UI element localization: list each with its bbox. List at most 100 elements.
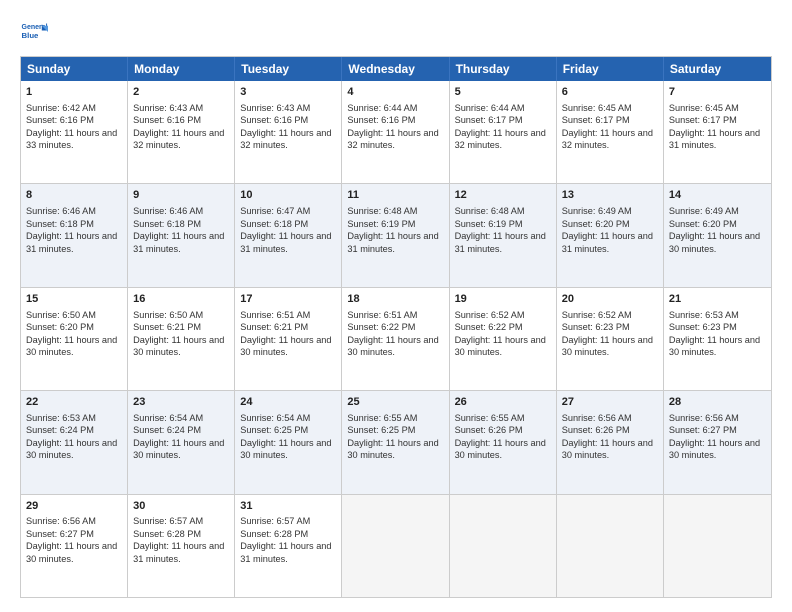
sunset-text: Sunset: 6:18 PM [240, 219, 308, 229]
daylight-text: Daylight: 11 hours and 32 minutes. [133, 128, 224, 150]
sunrise-text: Sunrise: 6:54 AM [133, 413, 203, 423]
calendar-cell: 3Sunrise: 6:43 AMSunset: 6:16 PMDaylight… [235, 81, 342, 183]
sunrise-text: Sunrise: 6:54 AM [240, 413, 310, 423]
sunrise-text: Sunrise: 6:50 AM [26, 310, 96, 320]
sunset-text: Sunset: 6:17 PM [669, 115, 737, 125]
calendar-cell: 9Sunrise: 6:46 AMSunset: 6:18 PMDaylight… [128, 184, 235, 286]
day-number: 5 [455, 85, 551, 100]
sunrise-text: Sunrise: 6:45 AM [562, 103, 632, 113]
calendar-cell: 11Sunrise: 6:48 AMSunset: 6:19 PMDayligh… [342, 184, 449, 286]
sunset-text: Sunset: 6:17 PM [562, 115, 630, 125]
sunset-text: Sunset: 6:20 PM [562, 219, 630, 229]
sunset-text: Sunset: 6:26 PM [455, 425, 523, 435]
day-number: 6 [562, 85, 658, 100]
calendar-cell: 1Sunrise: 6:42 AMSunset: 6:16 PMDaylight… [21, 81, 128, 183]
calendar-cell: 28Sunrise: 6:56 AMSunset: 6:27 PMDayligh… [664, 391, 771, 493]
daylight-text: Daylight: 11 hours and 30 minutes. [26, 335, 117, 357]
calendar-cell: 14Sunrise: 6:49 AMSunset: 6:20 PMDayligh… [664, 184, 771, 286]
calendar-row-3: 15Sunrise: 6:50 AMSunset: 6:20 PMDayligh… [21, 287, 771, 390]
daylight-text: Daylight: 11 hours and 33 minutes. [26, 128, 117, 150]
sunrise-text: Sunrise: 6:52 AM [562, 310, 632, 320]
calendar-cell: 21Sunrise: 6:53 AMSunset: 6:23 PMDayligh… [664, 288, 771, 390]
calendar-cell: 18Sunrise: 6:51 AMSunset: 6:22 PMDayligh… [342, 288, 449, 390]
sunset-text: Sunset: 6:16 PM [240, 115, 308, 125]
day-number: 4 [347, 85, 443, 100]
sunrise-text: Sunrise: 6:56 AM [562, 413, 632, 423]
day-number: 9 [133, 188, 229, 203]
day-number: 17 [240, 292, 336, 307]
daylight-text: Daylight: 11 hours and 31 minutes. [347, 231, 438, 253]
header: General Blue [20, 18, 772, 46]
calendar-cell: 19Sunrise: 6:52 AMSunset: 6:22 PMDayligh… [450, 288, 557, 390]
sunset-text: Sunset: 6:18 PM [133, 219, 201, 229]
calendar-cell: 8Sunrise: 6:46 AMSunset: 6:18 PMDaylight… [21, 184, 128, 286]
sunrise-text: Sunrise: 6:43 AM [133, 103, 203, 113]
sunrise-text: Sunrise: 6:50 AM [133, 310, 203, 320]
day-number: 7 [669, 85, 766, 100]
calendar-body: 1Sunrise: 6:42 AMSunset: 6:16 PMDaylight… [21, 81, 771, 597]
day-number: 23 [133, 395, 229, 410]
daylight-text: Daylight: 11 hours and 30 minutes. [669, 438, 760, 460]
sunrise-text: Sunrise: 6:56 AM [669, 413, 739, 423]
sunrise-text: Sunrise: 6:55 AM [347, 413, 417, 423]
calendar-cell: 7Sunrise: 6:45 AMSunset: 6:17 PMDaylight… [664, 81, 771, 183]
calendar-row-4: 22Sunrise: 6:53 AMSunset: 6:24 PMDayligh… [21, 390, 771, 493]
logo-icon: General Blue [20, 18, 48, 46]
sunrise-text: Sunrise: 6:49 AM [669, 206, 739, 216]
sunrise-text: Sunrise: 6:53 AM [669, 310, 739, 320]
sunset-text: Sunset: 6:20 PM [669, 219, 737, 229]
day-number: 28 [669, 395, 766, 410]
calendar-row-2: 8Sunrise: 6:46 AMSunset: 6:18 PMDaylight… [21, 183, 771, 286]
sunrise-text: Sunrise: 6:46 AM [26, 206, 96, 216]
daylight-text: Daylight: 11 hours and 31 minutes. [26, 231, 117, 253]
day-number: 30 [133, 499, 229, 514]
day-number: 1 [26, 85, 122, 100]
calendar-cell: 22Sunrise: 6:53 AMSunset: 6:24 PMDayligh… [21, 391, 128, 493]
header-day-tuesday: Tuesday [235, 57, 342, 81]
daylight-text: Daylight: 11 hours and 32 minutes. [562, 128, 653, 150]
calendar-cell: 25Sunrise: 6:55 AMSunset: 6:25 PMDayligh… [342, 391, 449, 493]
daylight-text: Daylight: 11 hours and 31 minutes. [240, 541, 331, 563]
calendar-cell: 30Sunrise: 6:57 AMSunset: 6:28 PMDayligh… [128, 495, 235, 597]
sunset-text: Sunset: 6:26 PM [562, 425, 630, 435]
sunrise-text: Sunrise: 6:47 AM [240, 206, 310, 216]
sunrise-text: Sunrise: 6:51 AM [347, 310, 417, 320]
sunrise-text: Sunrise: 6:53 AM [26, 413, 96, 423]
sunset-text: Sunset: 6:18 PM [26, 219, 94, 229]
daylight-text: Daylight: 11 hours and 30 minutes. [562, 335, 653, 357]
calendar-cell: 27Sunrise: 6:56 AMSunset: 6:26 PMDayligh… [557, 391, 664, 493]
day-number: 29 [26, 499, 122, 514]
day-number: 18 [347, 292, 443, 307]
header-day-saturday: Saturday [664, 57, 771, 81]
daylight-text: Daylight: 11 hours and 30 minutes. [133, 438, 224, 460]
sunset-text: Sunset: 6:23 PM [562, 322, 630, 332]
sunset-text: Sunset: 6:24 PM [133, 425, 201, 435]
calendar-cell: 16Sunrise: 6:50 AMSunset: 6:21 PMDayligh… [128, 288, 235, 390]
svg-text:Blue: Blue [22, 31, 40, 40]
day-number: 2 [133, 85, 229, 100]
daylight-text: Daylight: 11 hours and 30 minutes. [133, 335, 224, 357]
day-number: 12 [455, 188, 551, 203]
header-day-thursday: Thursday [450, 57, 557, 81]
daylight-text: Daylight: 11 hours and 31 minutes. [669, 128, 760, 150]
sunset-text: Sunset: 6:16 PM [26, 115, 94, 125]
day-number: 19 [455, 292, 551, 307]
sunrise-text: Sunrise: 6:51 AM [240, 310, 310, 320]
calendar-cell: 31Sunrise: 6:57 AMSunset: 6:28 PMDayligh… [235, 495, 342, 597]
sunrise-text: Sunrise: 6:48 AM [347, 206, 417, 216]
daylight-text: Daylight: 11 hours and 30 minutes. [347, 438, 438, 460]
sunset-text: Sunset: 6:28 PM [133, 529, 201, 539]
sunrise-text: Sunrise: 6:52 AM [455, 310, 525, 320]
sunrise-text: Sunrise: 6:56 AM [26, 516, 96, 526]
calendar-cell: 29Sunrise: 6:56 AMSunset: 6:27 PMDayligh… [21, 495, 128, 597]
sunset-text: Sunset: 6:28 PM [240, 529, 308, 539]
day-number: 3 [240, 85, 336, 100]
header-day-wednesday: Wednesday [342, 57, 449, 81]
daylight-text: Daylight: 11 hours and 32 minutes. [347, 128, 438, 150]
daylight-text: Daylight: 11 hours and 30 minutes. [669, 335, 760, 357]
day-number: 15 [26, 292, 122, 307]
daylight-text: Daylight: 11 hours and 30 minutes. [26, 438, 117, 460]
calendar-cell: 15Sunrise: 6:50 AMSunset: 6:20 PMDayligh… [21, 288, 128, 390]
sunset-text: Sunset: 6:16 PM [347, 115, 415, 125]
sunset-text: Sunset: 6:24 PM [26, 425, 94, 435]
